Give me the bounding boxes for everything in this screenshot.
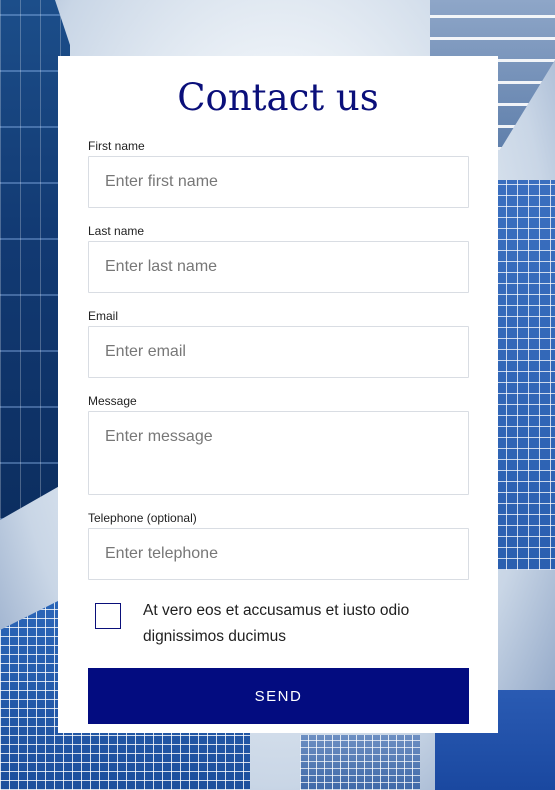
email-field: Email [88,309,469,378]
message-label: Message [88,394,137,408]
consent-checkbox[interactable] [95,603,121,629]
send-button[interactable]: SEND [88,668,469,724]
first-name-input[interactable] [88,156,469,208]
telephone-field: Telephone (optional) [88,511,469,580]
contact-form-card: Contact us First name Last name Email Me… [58,56,498,733]
email-label: Email [88,309,119,323]
last-name-input[interactable] [88,241,469,293]
last-name-label: Last name [88,224,145,238]
message-textarea[interactable] [88,411,469,495]
email-input[interactable] [88,326,469,378]
telephone-input[interactable] [88,528,469,580]
first-name-field: First name [88,139,469,208]
first-name-label: First name [88,139,145,153]
consent-text: At vero eos et accusamus et iusto odio d… [143,602,410,645]
last-name-field: Last name [88,224,469,293]
consent-row: At vero eos et accusamus et iusto odio d… [88,598,468,650]
telephone-label: Telephone (optional) [88,511,197,525]
building-right [495,180,555,570]
form-title: Contact us [177,76,379,119]
building-bottom-middle [300,735,420,790]
message-field: Message [88,394,469,495]
